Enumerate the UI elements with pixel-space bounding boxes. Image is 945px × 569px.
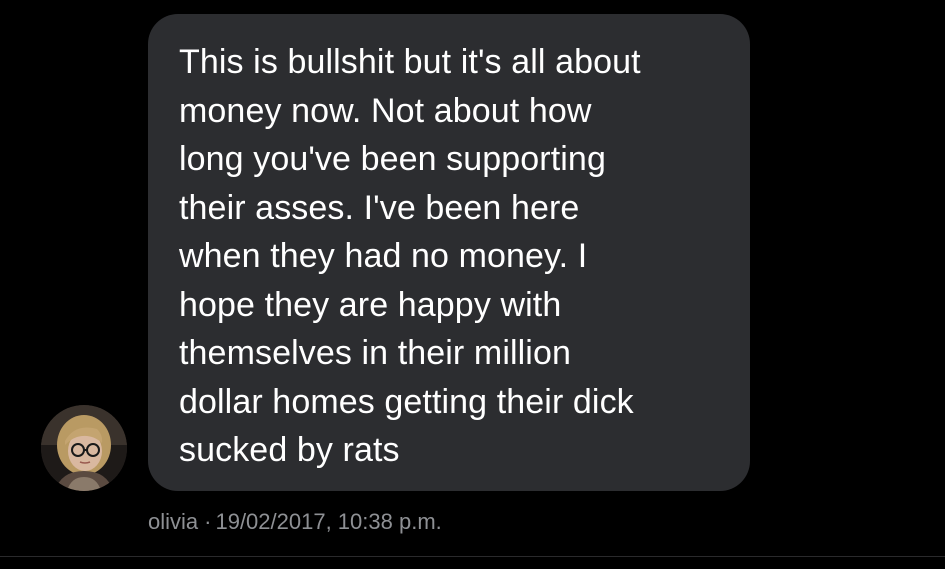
message-bubble[interactable]: This is bullshit but it's all about mone… [148,14,750,491]
message-timestamp: 19/02/2017, 10:38 p.m. [215,509,442,534]
divider [0,556,945,557]
meta-separator: · [204,509,212,534]
user-avatar-photo-icon [41,405,127,491]
message-text: This is bullshit but it's all about mone… [179,43,641,469]
message-meta: olivia · 19/02/2017, 10:38 p.m. [148,507,442,537]
sender-avatar[interactable] [41,405,127,491]
sender-name[interactable]: olivia [148,509,198,534]
dm-conversation-view: This is bullshit but it's all about mone… [0,0,945,569]
